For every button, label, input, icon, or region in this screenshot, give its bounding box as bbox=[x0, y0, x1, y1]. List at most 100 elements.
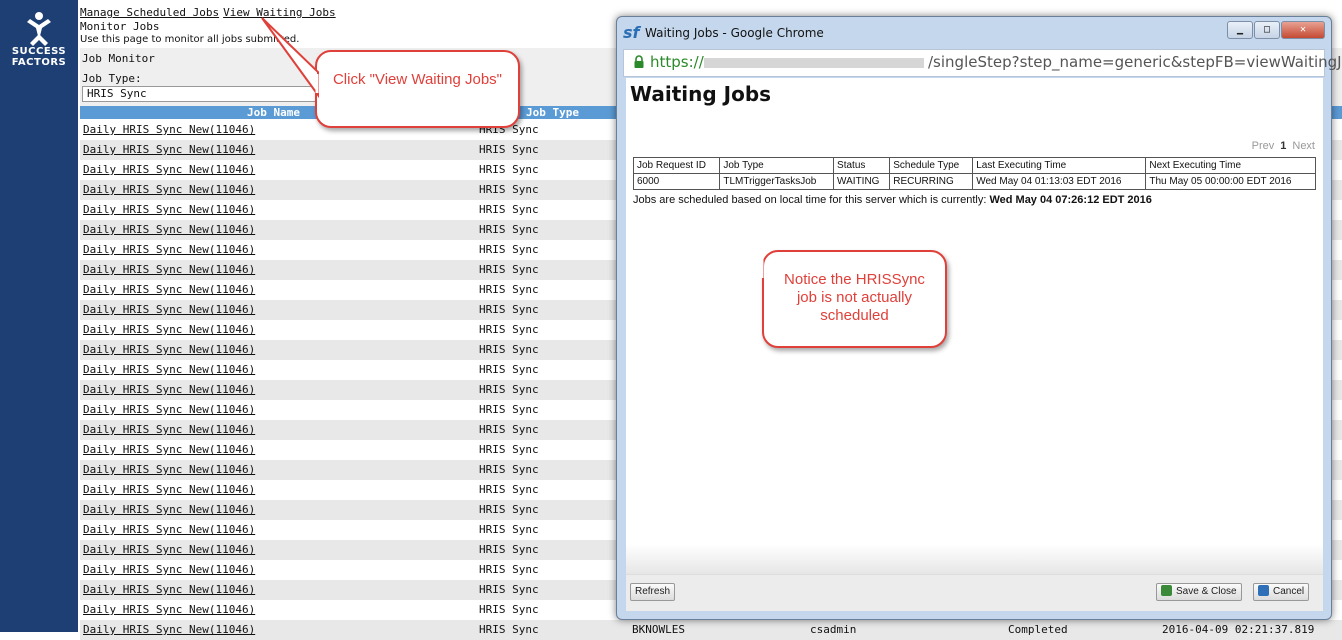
job-type-cell: HRIS Sync bbox=[479, 363, 539, 376]
job-name-link[interactable]: Daily HRIS Sync New(11046) bbox=[83, 140, 255, 160]
url-protocol: https:// bbox=[650, 53, 704, 71]
page-subtitle: Monitor Jobs bbox=[80, 20, 160, 33]
url-redacted bbox=[704, 58, 924, 68]
address-bar[interactable]: https:// /singleStep?step_name=generic&s… bbox=[623, 49, 1342, 77]
job-type-cell: HRIS Sync bbox=[479, 143, 539, 156]
job-name-link[interactable]: Daily HRIS Sync New(11046) bbox=[83, 400, 255, 420]
job-name-link[interactable]: Daily HRIS Sync New(11046) bbox=[83, 260, 255, 280]
job-name-link[interactable]: Daily HRIS Sync New(11046) bbox=[83, 600, 255, 620]
column-header-job-type[interactable]: Job Type bbox=[526, 106, 579, 119]
job-type-cell: HRIS Sync bbox=[479, 563, 539, 576]
job-name-link[interactable]: Daily HRIS Sync New(11046) bbox=[83, 340, 255, 360]
lock-icon bbox=[634, 55, 644, 68]
table-cell: 6000 bbox=[632, 173, 721, 190]
job-name-link[interactable]: Daily HRIS Sync New(11046) bbox=[83, 620, 255, 640]
table-cell: RECURRING bbox=[889, 173, 974, 190]
job-type-cell: HRIS Sync bbox=[479, 623, 539, 636]
job-name-link[interactable]: Daily HRIS Sync New(11046) bbox=[83, 440, 255, 460]
pager-prev[interactable]: Prev bbox=[1252, 140, 1275, 152]
sidebar: SUCCESS FACTORS bbox=[0, 0, 78, 632]
job-name-link[interactable]: Daily HRIS Sync New(11046) bbox=[83, 180, 255, 200]
waiting-jobs-table: Job Request ID Job Type Status Schedule Typ… bbox=[632, 157, 1316, 190]
job-name-link[interactable]: Daily HRIS Sync New(11046) bbox=[83, 160, 255, 180]
job-type-cell: HRIS Sync bbox=[479, 223, 539, 236]
job-name-link[interactable]: Daily HRIS Sync New(11046) bbox=[83, 360, 255, 380]
job-type-cell: HRIS Sync bbox=[479, 343, 539, 356]
minimize-button[interactable]: ▁ bbox=[1227, 21, 1253, 39]
logo-text-2: FACTORS bbox=[11, 57, 67, 68]
job-type-cell: HRIS Sync bbox=[479, 603, 539, 616]
job-name-link[interactable]: Daily HRIS Sync New(11046) bbox=[83, 480, 255, 500]
top-links: Manage Scheduled Jobs View Waiting Jobs bbox=[80, 6, 340, 19]
job-type-cell: HRIS Sync bbox=[479, 383, 539, 396]
job-name-link[interactable]: Daily HRIS Sync New(11046) bbox=[83, 580, 255, 600]
job-name-link[interactable]: Daily HRIS Sync New(11046) bbox=[83, 540, 255, 560]
column-header: Status bbox=[833, 157, 891, 174]
time-cell: 2016-04-09 02:21:37.819 bbox=[1162, 623, 1315, 636]
sf-app-icon: sf bbox=[623, 23, 640, 42]
url-path: /singleStep?step_name=generic&stepFB=vie… bbox=[928, 53, 1342, 71]
section-title: Job Monitor bbox=[82, 52, 155, 65]
job-type-cell: HRIS Sync bbox=[479, 163, 539, 176]
job-name-link[interactable]: Daily HRIS Sync New(11046) bbox=[83, 500, 255, 520]
table-row: 6000 TLMTriggerTasksJob WAITING RECURRING We… bbox=[632, 173, 1316, 190]
maximize-button[interactable]: □ bbox=[1254, 21, 1280, 39]
job-name-link[interactable]: Daily HRIS Sync New(11046) bbox=[83, 560, 255, 580]
manage-scheduled-jobs-link[interactable]: Manage Scheduled Jobs bbox=[80, 6, 219, 19]
job-name-link[interactable]: Daily HRIS Sync New(11046) bbox=[83, 220, 255, 240]
save-close-label: Save & Close bbox=[1176, 586, 1237, 597]
job-type-cell: HRIS Sync bbox=[479, 483, 539, 496]
job-name-link[interactable]: Daily HRIS Sync New(11046) bbox=[83, 240, 255, 260]
popup-footer: Refresh Save & Close Cancel bbox=[626, 574, 1323, 611]
successfactors-logo[interactable]: SUCCESS FACTORS bbox=[0, 10, 78, 68]
owner-cell: csadmin bbox=[810, 623, 857, 636]
job-type-cell: HRIS Sync bbox=[479, 283, 539, 296]
refresh-button[interactable]: Refresh bbox=[630, 583, 676, 601]
job-type-cell: HRIS Sync bbox=[479, 243, 539, 256]
table-cell: Wed May 04 01:13:03 EDT 2016 bbox=[972, 173, 1147, 190]
popup-heading: Waiting Jobs bbox=[630, 82, 772, 106]
job-type-cell: HRIS Sync bbox=[479, 523, 539, 536]
job-type-cell: HRIS Sync bbox=[479, 423, 539, 436]
job-type-cell: HRIS Sync bbox=[479, 183, 539, 196]
close-button[interactable]: ✕ bbox=[1281, 21, 1325, 39]
status-cell: Completed bbox=[1008, 623, 1068, 636]
window-title: Waiting Jobs - Google Chrome bbox=[645, 26, 824, 40]
job-type-select[interactable]: HRIS Sync bbox=[82, 86, 318, 102]
job-type-cell: HRIS Sync bbox=[479, 583, 539, 596]
job-type-cell: HRIS Sync bbox=[479, 263, 539, 276]
job-name-link[interactable]: Daily HRIS Sync New(11046) bbox=[83, 380, 255, 400]
job-name-link[interactable]: Daily HRIS Sync New(11046) bbox=[83, 520, 255, 540]
view-waiting-jobs-link[interactable]: View Waiting Jobs bbox=[223, 6, 336, 19]
job-name-link[interactable]: Daily HRIS Sync New(11046) bbox=[83, 320, 255, 340]
job-type-label: Job Type: bbox=[82, 72, 142, 85]
job-name-link[interactable]: Daily HRIS Sync New(11046) bbox=[83, 120, 255, 140]
logo-mark-icon bbox=[27, 12, 51, 46]
pager-next[interactable]: Next bbox=[1292, 140, 1315, 152]
job-type-cell: HRIS Sync bbox=[479, 323, 539, 336]
cancel-button[interactable]: Cancel bbox=[1253, 583, 1310, 601]
job-type-cell: HRIS Sync bbox=[479, 303, 539, 316]
note-text: Jobs are scheduled based on local time f… bbox=[633, 194, 987, 206]
job-name-link[interactable]: Daily HRIS Sync New(11046) bbox=[83, 300, 255, 320]
table-cell: Thu May 05 00:00:00 EDT 2016 bbox=[1145, 173, 1316, 190]
column-header: Last Executing Time bbox=[972, 157, 1147, 174]
callout-text: Notice the HRISSync job is not actually … bbox=[784, 271, 925, 324]
job-name-link[interactable]: Daily HRIS Sync New(11046) bbox=[83, 460, 255, 480]
column-header: Job Request ID bbox=[632, 157, 721, 174]
cancel-icon bbox=[1258, 585, 1269, 596]
save-close-button[interactable]: Save & Close bbox=[1156, 583, 1242, 601]
table-row: Daily HRIS Sync New(11046) HRIS Sync BKNOW… bbox=[80, 620, 1342, 640]
job-name-link[interactable]: Daily HRIS Sync New(11046) bbox=[83, 280, 255, 300]
page-description: Use this page to monitor all jobs submit… bbox=[80, 34, 300, 45]
job-type-cell: HRIS Sync bbox=[479, 203, 539, 216]
submitter-cell: BKNOWLES bbox=[632, 623, 685, 636]
save-icon bbox=[1161, 585, 1172, 596]
pager: Prev 1 Next bbox=[1252, 140, 1315, 152]
job-type-cell: HRIS Sync bbox=[479, 463, 539, 476]
column-header-job-name[interactable]: Job Name bbox=[247, 106, 300, 119]
job-name-link[interactable]: Daily HRIS Sync New(11046) bbox=[83, 420, 255, 440]
table-cell: WAITING bbox=[833, 173, 891, 190]
job-name-link[interactable]: Daily HRIS Sync New(11046) bbox=[83, 200, 255, 220]
callout-click-waiting-jobs: Click "View Waiting Jobs" bbox=[315, 50, 520, 128]
